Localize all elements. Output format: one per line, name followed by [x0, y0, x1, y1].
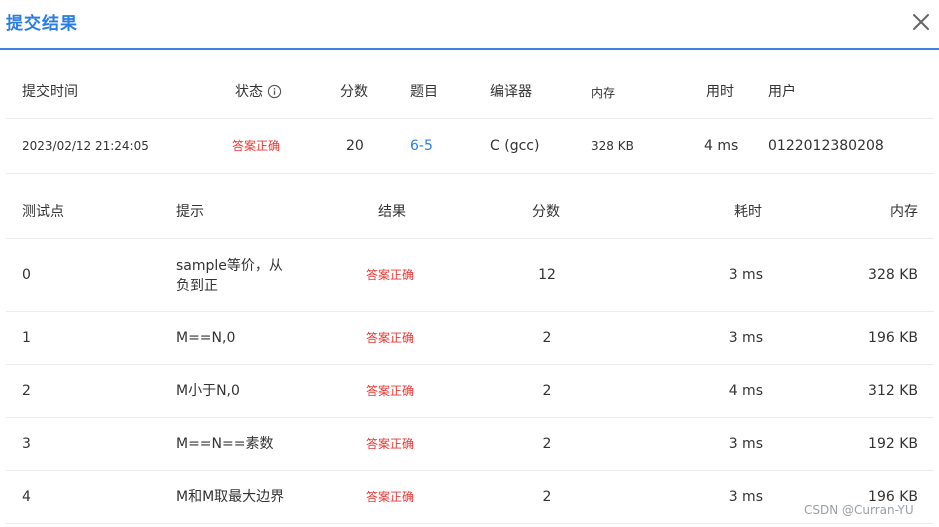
tc-memory: 312 KB — [868, 383, 918, 399]
dialog-header: 提交结果 — [0, 0, 939, 50]
problem-link[interactable]: 6-5 — [410, 136, 433, 156]
tc-result: 答案正确 — [366, 490, 415, 504]
memory-value: 328 KB — [591, 139, 634, 153]
header-memory: 内存 — [591, 86, 616, 100]
tc-result: 答案正确 — [366, 384, 415, 398]
tc-hint: M==N,0 — [176, 330, 236, 346]
tc-result: 答案正确 — [366, 331, 415, 345]
tc-id: 3 — [22, 436, 31, 452]
tc-time: 3 ms — [728, 267, 763, 283]
tc-id: 0 — [22, 267, 31, 283]
submission-status-badge: 答案正确 — [232, 139, 281, 153]
tc-header-result: 结果 — [378, 204, 406, 220]
tc-hint: sample等价，从负到正 — [176, 258, 283, 294]
header-compiler: 编译器 — [490, 84, 532, 100]
tc-memory: 328 KB — [868, 267, 918, 283]
tc-score: 2 — [542, 383, 552, 399]
divider — [6, 173, 934, 174]
tc-result: 答案正确 — [366, 437, 415, 451]
tc-hint: M小于N,0 — [176, 383, 240, 399]
tc-id: 4 — [22, 489, 31, 505]
submission-score: 20 — [346, 138, 364, 154]
tc-time: 3 ms — [728, 436, 763, 452]
compiler-value: C (gcc) — [490, 138, 540, 154]
header-score: 分数 — [340, 84, 368, 100]
tc-header-id: 测试点 — [22, 204, 64, 220]
header-status: 状态 — [235, 82, 282, 105]
divider — [6, 118, 934, 119]
tc-score: 2 — [542, 330, 552, 346]
divider — [6, 523, 934, 524]
divider — [6, 238, 934, 239]
header-time-used: 用时 — [706, 84, 734, 100]
header-status-label: 状态 — [235, 84, 263, 100]
header-problem: 题目 — [410, 84, 438, 100]
close-button[interactable] — [905, 4, 937, 36]
tc-header-memory: 内存 — [890, 204, 918, 220]
tc-time: 3 ms — [728, 489, 763, 505]
tc-time: 4 ms — [728, 383, 763, 399]
close-icon — [913, 14, 929, 30]
tc-memory: 196 KB — [868, 330, 918, 346]
info-icon[interactable] — [267, 84, 282, 105]
tc-hint: M==N==素数 — [176, 436, 274, 452]
divider — [6, 311, 934, 312]
tc-result: 答案正确 — [366, 268, 415, 282]
tc-score: 2 — [542, 489, 552, 505]
tc-time: 3 ms — [728, 330, 763, 346]
divider — [6, 364, 934, 365]
tc-score: 2 — [542, 436, 552, 452]
tc-score: 12 — [538, 267, 556, 283]
tc-header-time: 耗时 — [734, 204, 762, 220]
submit-time: 2023/02/12 21:24:05 — [22, 139, 149, 153]
tc-memory: 192 KB — [868, 436, 918, 452]
watermark: CSDN @Curran-YU — [804, 503, 914, 517]
divider — [6, 470, 934, 471]
tc-header-hint: 提示 — [176, 204, 204, 220]
tc-header-score: 分数 — [532, 204, 560, 220]
user-id: 0122012380208 — [768, 138, 884, 154]
tc-id: 2 — [22, 383, 31, 399]
divider — [6, 417, 934, 418]
header-user: 用户 — [768, 84, 796, 100]
tc-id: 1 — [22, 330, 31, 346]
dialog-title: 提交结果 — [6, 14, 78, 34]
header-submit-time: 提交时间 — [22, 84, 78, 100]
tc-hint: M和M取最大边界 — [176, 489, 285, 505]
time-used-value: 4 ms — [704, 138, 739, 154]
